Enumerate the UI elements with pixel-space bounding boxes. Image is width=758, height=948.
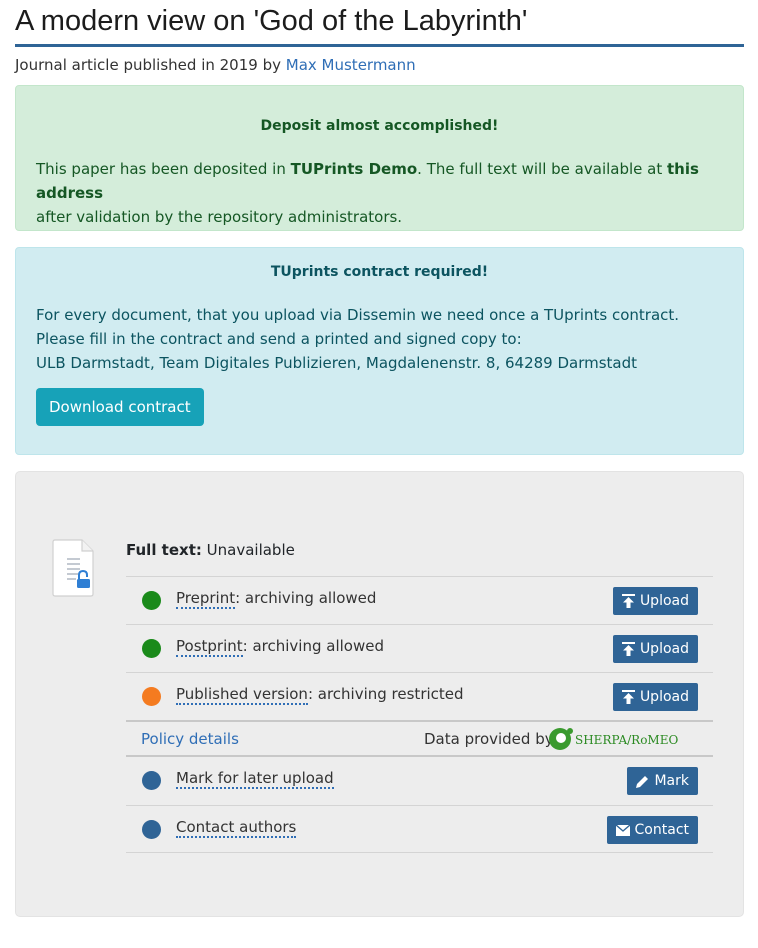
byline-text: Journal article published in 2019 by (15, 56, 281, 74)
sherpa-romeo-logo[interactable]: SHERPA/RoMEO (548, 726, 690, 756)
policy-row-published: Published version: archiving restricted … (126, 672, 713, 720)
status-dot-blue (142, 771, 161, 790)
contract-info-alert: TUprints contract required! For every do… (15, 247, 744, 455)
contact-button[interactable]: Contact (606, 816, 698, 844)
page-title: A modern view on 'God of the Labyrinth' (15, 2, 744, 47)
contract-heading: TUprints contract required! (270, 264, 489, 280)
policy-footer: Policy details Data provided by SHERPA/R… (126, 720, 713, 757)
fulltext-status: Full text: Unavailable (126, 540, 295, 560)
mark-later-link[interactable]: Mark for later upload (176, 769, 334, 789)
policy-label: Postprint: archiving allowed (176, 635, 384, 657)
upload-postprint-button[interactable]: Upload (612, 635, 698, 663)
fulltext-value: Unavailable (206, 541, 295, 559)
upload-preprint-button[interactable]: Upload (612, 587, 698, 615)
success-text-1: This paper has been deposited in (36, 160, 291, 178)
upload-label: Upload (639, 689, 689, 705)
success-text-3: after validation by the repository admin… (36, 208, 403, 226)
contract-text: For every document, that you upload via … (36, 306, 680, 348)
download-contract-button[interactable]: Download contract (36, 388, 204, 426)
policy-details-link[interactable]: Policy details (141, 729, 239, 749)
contact-authors-link[interactable]: Contact authors (176, 818, 297, 838)
envelope-icon (615, 824, 630, 836)
status-dot-orange (142, 687, 161, 706)
policy-status: : archiving allowed (235, 589, 377, 607)
policy-term[interactable]: Postprint (176, 637, 243, 657)
success-body: This paper has been deposited in TUPrint… (36, 157, 726, 229)
upload-published-button[interactable]: Upload (612, 683, 698, 711)
policy-term[interactable]: Preprint (176, 589, 236, 609)
action-row-mark: Mark for later upload Mark (126, 757, 713, 805)
deposit-card: Full text: Unavailable Preprint: archivi… (15, 471, 744, 917)
byline: Journal article published in 2019 by Max… (15, 55, 416, 75)
policy-status: : archiving restricted (307, 685, 464, 703)
action-label: Contact authors (176, 816, 297, 838)
fulltext-label: Full text: (126, 541, 202, 559)
pencil-icon (636, 775, 649, 788)
locked-document-icon (52, 539, 94, 597)
upload-icon (621, 690, 635, 704)
upload-icon (621, 594, 635, 608)
author-link[interactable]: Max Mustermann (286, 56, 416, 74)
deposit-success-alert: Deposit almost accomplished! This paper … (15, 85, 744, 231)
status-dot-green (142, 591, 161, 610)
success-text-2: . The full text will be available at (417, 160, 667, 178)
policy-label: Preprint: archiving allowed (176, 587, 376, 609)
status-dot-green (142, 639, 161, 658)
repository-name: TUPrints Demo (290, 160, 418, 178)
policy-status: : archiving allowed (242, 637, 384, 655)
contract-address: ULB Darmstadt, Team Digitales Publiziere… (36, 354, 638, 372)
upload-icon (621, 642, 635, 656)
action-row-contact: Contact authors Contact (126, 805, 713, 853)
mark-button[interactable]: Mark (627, 767, 698, 795)
upload-label: Upload (639, 641, 689, 657)
policy-row-preprint: Preprint: archiving allowed Upload (126, 576, 713, 624)
upload-label: Upload (639, 593, 689, 609)
mark-label: Mark (654, 773, 689, 789)
success-heading: Deposit almost accomplished! (260, 118, 499, 134)
status-dot-blue (142, 820, 161, 839)
romeo-logo-text: SHERPA/RoMEO (575, 733, 678, 747)
policy-label: Published version: archiving restricted (176, 683, 464, 705)
policy-row-postprint: Postprint: archiving allowed Upload (126, 624, 713, 672)
data-provided-by: Data provided by (424, 730, 554, 748)
policy-term[interactable]: Published version (176, 685, 308, 705)
action-label: Mark for later upload (176, 767, 334, 789)
contract-body: For every document, that you upload via … (36, 303, 726, 375)
contact-label: Contact (634, 822, 689, 838)
